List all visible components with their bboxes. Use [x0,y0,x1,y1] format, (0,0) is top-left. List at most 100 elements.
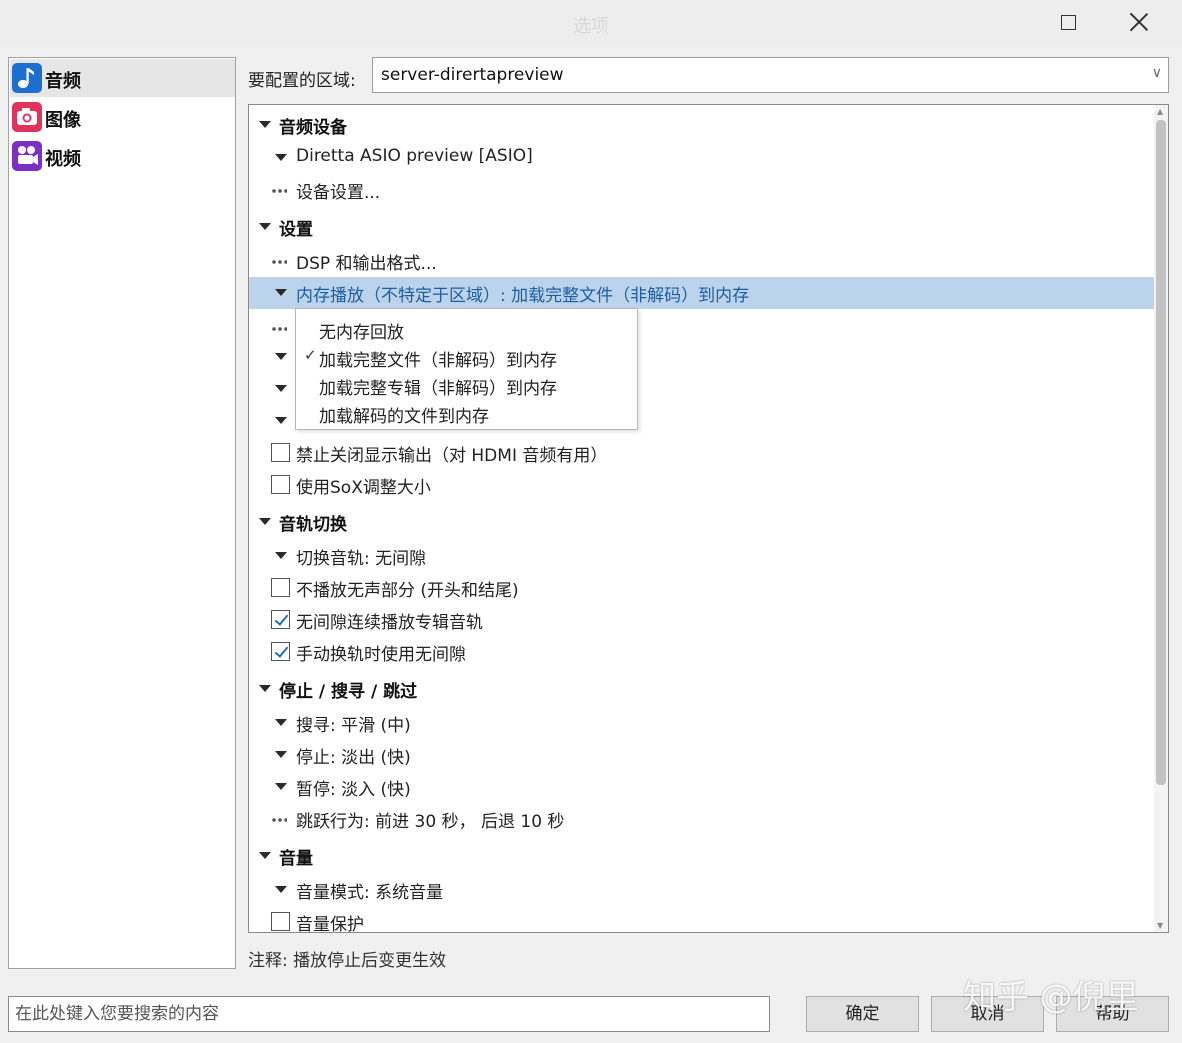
leaf-dots-icon [271,189,287,193]
title-bar: 选项 [0,0,1182,46]
scrollbar-thumb[interactable] [1156,120,1166,785]
tree-item-label: 音量 [279,849,313,869]
checkbox-checked[interactable] [271,610,290,629]
tree-item-skip-behavior[interactable]: 跳跃行为: 前进 30 秒， 后退 10 秒 [249,803,1154,835]
tree-item-gapless-manual[interactable]: 手动换轨时使用无间隙 [249,636,1154,668]
expand-arrow-icon[interactable] [275,353,287,360]
ok-button[interactable]: 确定 [806,996,919,1032]
expand-arrow-icon[interactable] [275,886,287,893]
tree-item-label: 音量模式: 系统音量 [296,883,444,903]
category-sidebar: 音频 图像 视频 [8,57,236,969]
tree-item-label: 音量保护 [296,915,364,933]
music-note-icon [12,63,42,93]
tree-item-skip-silence[interactable]: 不播放无声部分 (开头和结尾) [249,572,1154,604]
tree-group-track-switch[interactable]: 音轨切换 [249,506,1154,538]
tree-item-volume-protection[interactable]: 音量保护 [249,906,1154,933]
memory-playback-menu: 无内存回放 ✓ 加载完整文件（非解码）到内存 加载完整专辑（非解码）到内存 加载… [295,308,638,430]
sidebar-item-image[interactable]: 图像 [10,98,235,136]
menu-item-label: 加载解码的文件到内存 [319,407,489,427]
sidebar-item-video[interactable]: 视频 [10,137,235,175]
menu-item-load-full-album[interactable]: 加载完整专辑（非解码）到内存 [296,370,637,399]
sidebar-item-label: 音频 [45,71,81,92]
menu-item-load-full-file[interactable]: ✓ 加载完整文件（非解码）到内存 [296,342,637,371]
scroll-down-icon[interactable]: ▼ [1157,921,1163,930]
tree-item-label: 搜寻: 平滑 (中) [296,716,411,736]
scroll-up-icon[interactable]: ▲ [1157,107,1163,116]
tree-item-device-settings[interactable]: 设备设置... [249,174,1154,206]
tree-item-label: 暂停: 淡入 (快) [296,780,411,800]
tree-item-label: 使用SoX调整大小 [296,478,431,498]
expand-arrow-icon[interactable] [259,685,271,692]
chevron-down-icon: ∨ [1151,65,1162,81]
sidebar-item-label: 图像 [45,110,81,131]
tree-item-volume-mode[interactable]: 音量模式: 系统音量 [249,874,1154,906]
expand-arrow-icon[interactable] [275,552,287,559]
checkbox[interactable] [271,912,290,931]
expand-arrow-icon[interactable] [275,385,287,392]
tree-item-label: 切换音轨: 无间隙 [296,549,427,569]
expand-arrow-icon[interactable] [259,121,271,128]
window-title: 选项 [573,16,609,37]
tree-item-label: DSP 和输出格式... [296,254,437,274]
tree-group-volume[interactable]: 音量 [249,840,1154,872]
tree-item-label: Diretta ASIO preview [ASIO] [296,146,533,166]
tree-item-label: 设备设置... [296,183,381,203]
camera-icon [12,102,42,132]
tree-item-label: 停止 / 搜寻 / 跳过 [279,682,418,702]
checkbox[interactable] [271,578,290,597]
note-text: 注释: 播放停止后变更生效 [248,951,447,971]
menu-item-label: 加载完整文件（非解码）到内存 [319,351,557,371]
tree-item-label: 禁止关闭显示输出（对 HDMI 音频有用） [296,446,608,466]
tree-item-label: 跳跃行为: 前进 30 秒， 后退 10 秒 [296,812,565,832]
checkbox-checked[interactable] [271,642,290,661]
tree-item-switch-track[interactable]: 切换音轨: 无间隙 [249,540,1154,572]
maximize-button[interactable] [1034,0,1104,46]
expand-arrow-icon[interactable] [259,518,271,525]
expand-arrow-icon[interactable] [275,751,287,758]
leaf-dots-icon [271,260,287,264]
expand-arrow-icon[interactable] [259,852,271,859]
tree-item-dsp-format[interactable]: DSP 和输出格式... [249,245,1154,277]
expand-arrow-icon[interactable] [275,417,287,424]
vertical-scrollbar[interactable]: ▲ ▼ [1154,105,1168,932]
film-camera-icon [12,141,42,171]
menu-item-no-memory[interactable]: 无内存回放 [296,314,637,343]
checkbox[interactable] [271,475,290,494]
tree-item-label: 设置 [279,220,313,240]
sidebar-item-label: 视频 [45,149,81,170]
expand-arrow-icon[interactable] [275,289,287,296]
tree-item-label: 停止: 淡出 (快) [296,748,411,768]
tree-item-seek[interactable]: 搜寻: 平滑 (中) [249,707,1154,739]
checkbox[interactable] [271,443,290,462]
menu-item-label: 无内存回放 [319,323,404,343]
tree-item-label: 音轨切换 [279,515,347,535]
search-input[interactable] [8,996,770,1032]
region-label: 要配置的区域: [248,71,356,91]
expand-arrow-icon[interactable] [275,719,287,726]
leaf-dots-icon [271,818,287,822]
region-value: server-dirertapreview [381,65,564,85]
expand-arrow-icon[interactable] [275,783,287,790]
tree-item-disable-display-off[interactable]: 禁止关闭显示输出（对 HDMI 音频有用） [249,437,1154,469]
tree-group-audio-device[interactable]: 音频设备 [249,109,1154,141]
tree-group-settings[interactable]: 设置 [249,211,1154,243]
menu-item-load-decoded[interactable]: 加载解码的文件到内存 [296,398,637,427]
tree-item-memory-playback[interactable]: 内存播放（不特定于区域）: 加载完整文件（非解码）到内存 [249,277,1154,309]
close-button[interactable] [1104,0,1174,46]
expand-arrow-icon[interactable] [275,154,287,161]
tree-item-gapless-album[interactable]: 无间隙连续播放专辑音轨 [249,604,1154,636]
tree-item-label: 内存播放（不特定于区域）: 加载完整文件（非解码）到内存 [296,286,750,306]
tree-item-label: 音频设备 [279,118,347,138]
tree-item-device[interactable]: Diretta ASIO preview [ASIO] [249,142,1154,174]
settings-tree: 音频设备 Diretta ASIO preview [ASIO] 设备设置...… [248,104,1169,933]
tree-item-label: 不播放无声部分 (开头和结尾) [296,581,519,601]
tree-group-stop-seek-skip[interactable]: 停止 / 搜寻 / 跳过 [249,673,1154,705]
tree-item-sox-resize[interactable]: 使用SoX调整大小 [249,469,1154,501]
region-dropdown[interactable]: server-dirertapreview ∨ [372,57,1169,93]
tree-item-stop[interactable]: 停止: 淡出 (快) [249,739,1154,771]
sidebar-item-audio[interactable]: 音频 [10,59,235,97]
expand-arrow-icon[interactable] [259,223,271,230]
tree-item-pause[interactable]: 暂停: 淡入 (快) [249,771,1154,803]
tree-item-label: 无间隙连续播放专辑音轨 [296,613,483,633]
check-icon: ✓ [304,346,317,364]
